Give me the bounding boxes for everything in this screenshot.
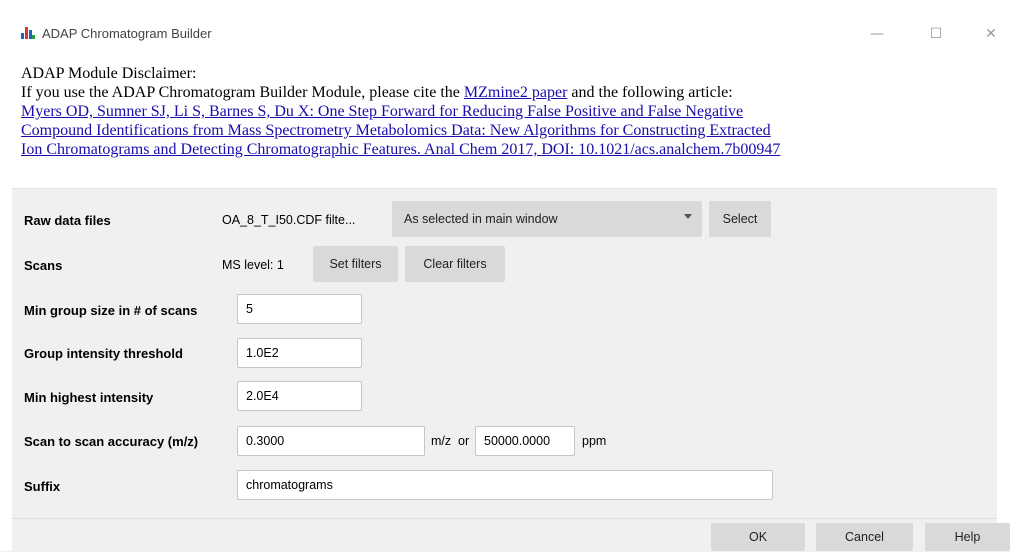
or-label: or [458,434,470,448]
ppm-unit-label: ppm [582,434,607,448]
window-title: ADAP Chromatogram Builder [42,26,212,41]
raw-data-selection-dropdown[interactable]: As selected in main window [392,201,702,237]
raw-data-files-label: Raw data files [24,213,111,228]
disclaimer-heading: ADAP Module Disclaimer: [21,65,197,82]
min-group-size-input[interactable]: 5 [237,294,362,324]
raw-data-files-value: OA_8_T_I50.CDF filte... [222,213,356,227]
group-intensity-threshold-input[interactable]: 1.0E2 [237,338,362,368]
min-group-size-label: Min group size in # of scans [24,303,198,318]
min-highest-intensity-input[interactable]: 2.0E4 [237,381,362,411]
chevron-down-icon [684,214,692,219]
parameters-form: Raw data files OA_8_T_I50.CDF filte... A… [12,188,997,552]
citation-prefix: If you use the ADAP Chromatogram Builder… [21,84,464,101]
disclaimer-block: ADAP Module Disclaimer: If you use the A… [21,64,996,159]
divider [12,518,997,519]
set-filters-button[interactable]: Set filters [313,246,398,282]
dialog-window: ADAP Chromatogram Builder — ☐ ✕ ADAP Mod… [0,0,1010,552]
cancel-button[interactable]: Cancel [816,523,913,551]
raw-data-selection-value: As selected in main window [404,212,558,226]
ok-button[interactable]: OK [711,523,805,551]
ms-level-text: MS level: 1 [222,258,284,272]
close-button[interactable]: ✕ [976,25,1006,43]
disclaimer-citation-line: If you use the ADAP Chromatogram Builder… [21,83,996,102]
article-link-line-2[interactable]: Compound Identifications from Mass Spect… [21,122,771,139]
group-intensity-threshold-label: Group intensity threshold [24,346,183,361]
chromatogram-app-icon [20,24,36,43]
min-highest-intensity-label: Min highest intensity [24,390,154,405]
mz-tolerance-input[interactable]: 0.3000 [237,426,425,456]
clear-filters-button[interactable]: Clear filters [405,246,505,282]
select-button[interactable]: Select [709,201,771,237]
title-bar: ADAP Chromatogram Builder — ☐ ✕ [0,12,1010,44]
mzmine-paper-link[interactable]: MZmine2 paper [464,84,568,101]
article-link-line-3[interactable]: Ion Chromatograms and Detecting Chromato… [21,141,780,158]
article-link-line-1[interactable]: Myers OD, Sumner SJ, Li S, Barnes S, Du … [21,103,743,120]
minimize-button[interactable]: — [862,25,892,43]
citation-suffix: and the following article: [567,84,733,101]
ppm-tolerance-input[interactable]: 50000.0000 [475,426,575,456]
maximize-button[interactable]: ☐ [921,25,951,43]
help-button[interactable]: Help [925,523,1010,551]
suffix-input[interactable]: chromatograms [237,470,773,500]
mz-unit-label: m/z [431,434,452,448]
suffix-label: Suffix [24,479,61,494]
scan-accuracy-label: Scan to scan accuracy (m/z) [24,434,199,449]
scans-label: Scans [24,258,63,273]
